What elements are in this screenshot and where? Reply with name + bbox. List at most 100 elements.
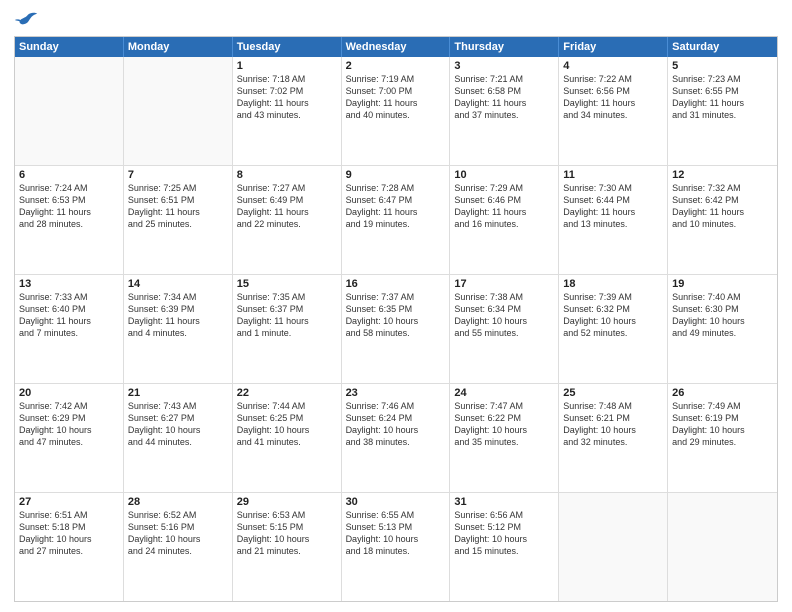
cal-cell: 31Sunrise: 6:56 AMSunset: 5:12 PMDayligh… <box>450 493 559 601</box>
cell-line: Daylight: 10 hours <box>672 424 773 436</box>
day-number: 25 <box>563 387 663 399</box>
day-number: 22 <box>237 387 337 399</box>
calendar-header: SundayMondayTuesdayWednesdayThursdayFrid… <box>15 37 777 57</box>
cell-line: Sunrise: 7:33 AM <box>19 291 119 303</box>
cell-line: Daylight: 11 hours <box>237 97 337 109</box>
cell-line: and 19 minutes. <box>346 218 446 230</box>
cal-cell: 16Sunrise: 7:37 AMSunset: 6:35 PMDayligh… <box>342 275 451 383</box>
calendar-row-5: 27Sunrise: 6:51 AMSunset: 5:18 PM Dayligh… <box>15 492 777 601</box>
day-number: 11 <box>563 169 663 181</box>
cell-line: Daylight: 10 hours <box>563 315 663 327</box>
day-number: 2 <box>346 60 446 72</box>
cell-line: Sunrise: 7:38 AM <box>454 291 554 303</box>
cell-line: Sunset: 6:44 PM <box>563 194 663 206</box>
cell-line: Sunrise: 6:52 AM <box>128 509 228 521</box>
cell-line: Sunrise: 7:40 AM <box>672 291 773 303</box>
day-number: 18 <box>563 278 663 290</box>
cell-line: Sunrise: 7:49 AM <box>672 400 773 412</box>
day-number: 4 <box>563 60 663 72</box>
cell-line: Daylight: 10 hours <box>346 533 446 545</box>
cal-cell: 25Sunrise: 7:48 AMSunset: 6:21 PMDayligh… <box>559 384 668 492</box>
cal-cell <box>559 493 668 601</box>
cell-line: and 58 minutes. <box>346 327 446 339</box>
cal-cell: 19Sunrise: 7:40 AMSunset: 6:30 PMDayligh… <box>668 275 777 383</box>
header-day-saturday: Saturday <box>668 37 777 57</box>
cell-line: Sunset: 5:18 PM <box>19 521 119 533</box>
cal-cell: 5Sunrise: 7:23 AMSunset: 6:55 PMDaylight… <box>668 57 777 165</box>
cell-line: Sunrise: 7:25 AM <box>128 182 228 194</box>
cell-line: and 27 minutes. <box>19 545 119 557</box>
cell-line: and 13 minutes. <box>563 218 663 230</box>
cal-cell <box>668 493 777 601</box>
bird-icon <box>14 10 38 30</box>
cal-cell: 14Sunrise: 7:34 AMSunset: 6:39 PMDayligh… <box>124 275 233 383</box>
cell-line: Sunrise: 7:47 AM <box>454 400 554 412</box>
logo <box>14 10 42 30</box>
cal-cell: 21Sunrise: 7:43 AMSunset: 6:27 PMDayligh… <box>124 384 233 492</box>
cell-line: Sunrise: 7:19 AM <box>346 73 446 85</box>
cell-line: and 32 minutes. <box>563 436 663 448</box>
header-day-monday: Monday <box>124 37 233 57</box>
cell-line: and 28 minutes. <box>19 218 119 230</box>
cell-line: Sunrise: 7:46 AM <box>346 400 446 412</box>
cell-line: and 35 minutes. <box>454 436 554 448</box>
cell-line: and 16 minutes. <box>454 218 554 230</box>
header <box>14 10 778 30</box>
page: SundayMondayTuesdayWednesdayThursdayFrid… <box>0 0 792 612</box>
cell-line: and 37 minutes. <box>454 109 554 121</box>
cell-line: and 22 minutes. <box>237 218 337 230</box>
cal-cell: 11Sunrise: 7:30 AMSunset: 6:44 PMDayligh… <box>559 166 668 274</box>
day-number: 26 <box>672 387 773 399</box>
cell-line: and 1 minute. <box>237 327 337 339</box>
cell-line: Daylight: 10 hours <box>346 424 446 436</box>
cell-line: and 49 minutes. <box>672 327 773 339</box>
cell-line: Daylight: 10 hours <box>454 315 554 327</box>
cal-cell: 29Sunrise: 6:53 AMSunset: 5:15 PMDayligh… <box>233 493 342 601</box>
cal-cell: 6Sunrise: 7:24 AMSunset: 6:53 PMDaylight… <box>15 166 124 274</box>
cell-line: Sunset: 6:58 PM <box>454 85 554 97</box>
day-number: 16 <box>346 278 446 290</box>
cell-line: Daylight: 10 hours <box>454 533 554 545</box>
cell-line: and 24 minutes. <box>128 545 228 557</box>
cell-line: and 21 minutes. <box>237 545 337 557</box>
cell-line: Sunrise: 7:35 AM <box>237 291 337 303</box>
cal-cell: 22Sunrise: 7:44 AMSunset: 6:25 PMDayligh… <box>233 384 342 492</box>
cell-line: Sunrise: 7:18 AM <box>237 73 337 85</box>
cell-line: Daylight: 10 hours <box>563 424 663 436</box>
cal-cell: 13Sunrise: 7:33 AMSunset: 6:40 PMDayligh… <box>15 275 124 383</box>
cell-line: Sunset: 6:46 PM <box>454 194 554 206</box>
cell-line: Sunset: 6:56 PM <box>563 85 663 97</box>
day-number: 13 <box>19 278 119 290</box>
day-number: 27 <box>19 496 119 508</box>
cal-cell: 7Sunrise: 7:25 AMSunset: 6:51 PMDaylight… <box>124 166 233 274</box>
cell-line: and 47 minutes. <box>19 436 119 448</box>
cell-line: Sunrise: 7:42 AM <box>19 400 119 412</box>
cell-line: Sunrise: 6:53 AM <box>237 509 337 521</box>
cal-cell: 15Sunrise: 7:35 AMSunset: 6:37 PMDayligh… <box>233 275 342 383</box>
day-number: 7 <box>128 169 228 181</box>
cell-line: Daylight: 10 hours <box>128 533 228 545</box>
cell-line: Sunrise: 7:22 AM <box>563 73 663 85</box>
cal-cell: 8Sunrise: 7:27 AMSunset: 6:49 PMDaylight… <box>233 166 342 274</box>
cell-line: Sunrise: 7:29 AM <box>454 182 554 194</box>
cell-line: Daylight: 11 hours <box>672 97 773 109</box>
cell-line: and 25 minutes. <box>128 218 228 230</box>
cell-line: Sunset: 6:39 PM <box>128 303 228 315</box>
header-day-wednesday: Wednesday <box>342 37 451 57</box>
cell-line: and 52 minutes. <box>563 327 663 339</box>
cal-cell: 9Sunrise: 7:28 AMSunset: 6:47 PMDaylight… <box>342 166 451 274</box>
cal-cell <box>15 57 124 165</box>
cell-line: Sunset: 6:51 PM <box>128 194 228 206</box>
cell-line: Sunrise: 7:44 AM <box>237 400 337 412</box>
cell-line: Sunrise: 6:51 AM <box>19 509 119 521</box>
cell-line: Daylight: 11 hours <box>672 206 773 218</box>
cell-line: and 34 minutes. <box>563 109 663 121</box>
cal-cell: 18Sunrise: 7:39 AMSunset: 6:32 PMDayligh… <box>559 275 668 383</box>
cell-line: Sunrise: 7:39 AM <box>563 291 663 303</box>
cal-cell: 23Sunrise: 7:46 AMSunset: 6:24 PMDayligh… <box>342 384 451 492</box>
day-number: 23 <box>346 387 446 399</box>
calendar-row-1: 1Sunrise: 7:18 AMSunset: 7:02 PMDaylight… <box>15 57 777 165</box>
day-number: 15 <box>237 278 337 290</box>
cell-line: and 55 minutes. <box>454 327 554 339</box>
header-day-friday: Friday <box>559 37 668 57</box>
